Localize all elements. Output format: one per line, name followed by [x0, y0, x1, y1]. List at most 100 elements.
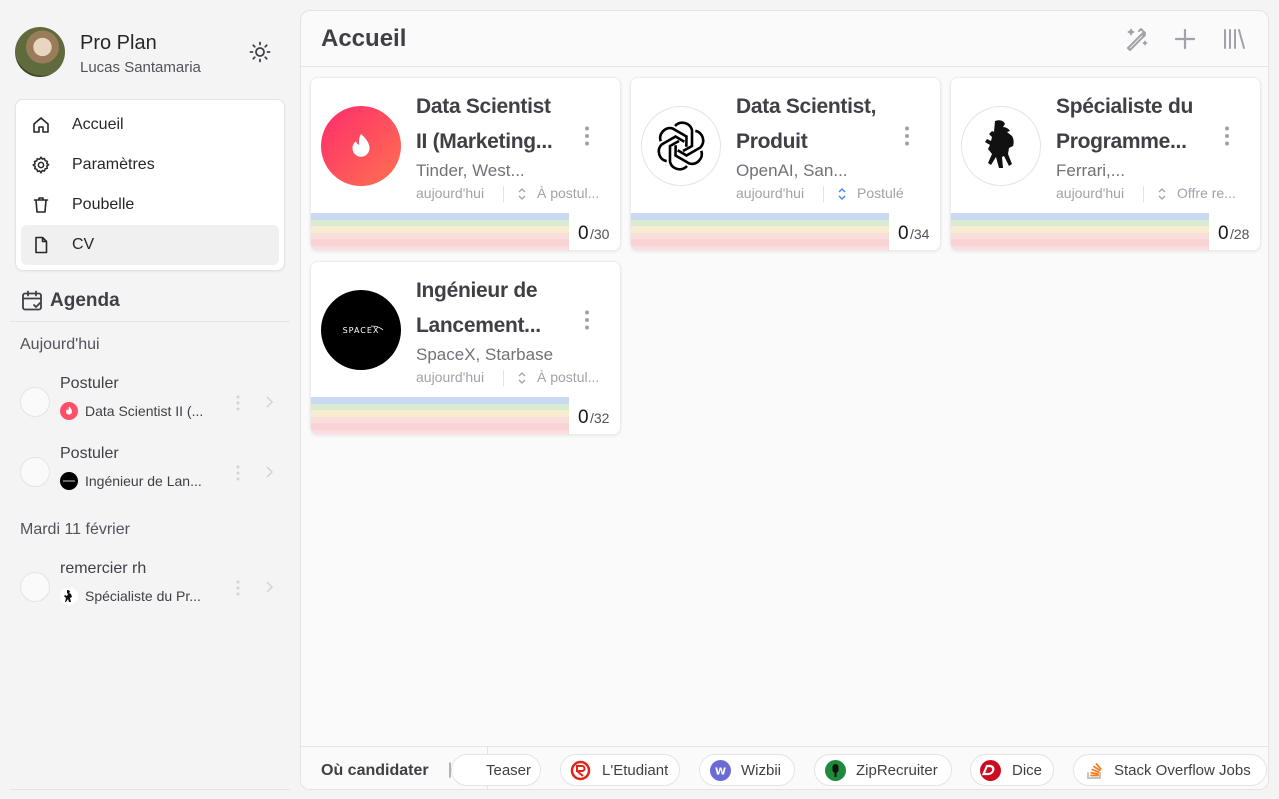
more-vertical-icon[interactable] [234, 464, 242, 482]
plus-icon[interactable] [1171, 25, 1199, 53]
progress-bands [311, 213, 569, 250]
ziprecruiter-logo-icon [825, 760, 846, 781]
more-vertical-icon[interactable] [583, 125, 591, 147]
progress-bands [311, 397, 569, 434]
avatar[interactable] [15, 27, 65, 77]
document-icon [35, 236, 48, 254]
stack-overflow-logo-icon [1084, 760, 1105, 781]
job-title: Data Scientist II (Marketing... [416, 95, 553, 153]
spacex-logo-icon: SPACEX [321, 290, 401, 370]
page-title: Accueil [321, 25, 407, 52]
chevron-updown-icon[interactable] [836, 187, 848, 201]
score-value: 0 [578, 407, 589, 428]
job-company: Ferrari,... [1056, 161, 1125, 180]
job-date: aujourd'hui [416, 369, 485, 385]
chevron-right-icon[interactable] [264, 394, 274, 410]
score-total: /28 [1230, 226, 1250, 242]
nav-item-parametres[interactable]: Paramètres [21, 145, 279, 185]
main-nav: Accueil Paramètres Poubelle CV [15, 99, 285, 271]
score-total: /34 [910, 226, 930, 242]
trash-icon [33, 197, 49, 213]
job-status[interactable]: À postul... [537, 185, 613, 201]
score-value: 0 [578, 223, 589, 244]
more-vertical-icon[interactable] [1223, 125, 1231, 147]
job-board-ziprecruiter[interactable]: ZipRecruiter [814, 754, 952, 786]
divider [1143, 186, 1144, 202]
chevron-updown-icon[interactable] [516, 371, 528, 385]
job-title: Data Scientist, Produit [736, 95, 877, 153]
job-board-teaser[interactable]: Teaser [451, 754, 541, 786]
profile-header: Pro Plan Lucas Santamaria [15, 27, 285, 79]
job-status[interactable]: À postul... [537, 369, 613, 385]
job-board-wizbii[interactable]: W Wizbii [699, 754, 795, 786]
sidebar: Pro Plan Lucas Santamaria Accueil Paramè… [0, 0, 300, 799]
dice-logo-icon [980, 760, 1001, 781]
tinder-logo-icon [60, 402, 78, 420]
spacex-logo-icon [60, 472, 78, 490]
svg-text:SPACEX: SPACEX [343, 326, 380, 335]
divider [10, 789, 290, 790]
more-vertical-icon[interactable] [903, 125, 911, 147]
sun-icon[interactable] [248, 40, 272, 64]
job-card[interactable]: Spécialiste du Programme... Ferrari,... … [950, 77, 1261, 251]
job-card[interactable]: Data Scientist II (Marketing... Tinder, … [310, 77, 621, 251]
calendar-check-icon [22, 290, 42, 311]
more-vertical-icon[interactable] [583, 309, 591, 331]
job-boards-bar: Où candidater Teaser L'Etudiant W Wizbii… [301, 746, 1268, 789]
task-checkbox[interactable] [20, 572, 50, 602]
agenda-day-label: Mardi 11 février [20, 521, 130, 538]
divider [10, 321, 290, 322]
progress-bands [951, 213, 1209, 250]
task-job: Spécialiste du Pr... [85, 588, 201, 604]
magic-wand-icon[interactable] [1123, 25, 1151, 53]
nav-item-label: Paramètres [72, 156, 155, 173]
plan-label: Pro Plan [80, 32, 157, 54]
job-title: Spécialiste du Programme... [1056, 95, 1194, 153]
job-board-letudiant[interactable]: L'Etudiant [560, 754, 680, 786]
task-job: Data Scientist II (... [85, 403, 204, 419]
svg-text:W: W [715, 767, 726, 778]
tinder-logo-icon [321, 106, 401, 186]
divider [503, 370, 504, 386]
job-card[interactable]: Data Scientist, Produit OpenAI, San... a… [630, 77, 941, 251]
more-vertical-icon[interactable] [234, 579, 242, 597]
wizbii-logo-icon: W [710, 760, 731, 781]
more-vertical-icon[interactable] [234, 394, 242, 412]
job-title: Ingénieur de Lancement... [416, 279, 541, 337]
ferrari-logo-icon [961, 106, 1041, 186]
job-status[interactable]: Offre re... [1177, 185, 1253, 201]
agenda-title: Agenda [50, 290, 120, 311]
chevron-right-icon[interactable] [264, 464, 274, 480]
score-value: 0 [898, 223, 909, 244]
agenda-task[interactable]: remercier rh Spécialiste du Pr... [20, 560, 282, 614]
divider [503, 186, 504, 202]
ferrari-logo-icon [60, 587, 78, 605]
task-job: Ingénieur de Lan... [85, 473, 202, 489]
nav-item-poubelle[interactable]: Poubelle [21, 185, 279, 225]
nav-item-cv[interactable]: CV [21, 225, 279, 265]
job-card[interactable]: SPACEX Ingénieur de Lancement... SpaceX,… [310, 261, 621, 435]
job-score: 0 /32 [569, 397, 620, 434]
job-board-dice[interactable]: Dice [970, 754, 1054, 786]
library-icon[interactable] [1221, 25, 1249, 53]
agenda-day-label: Aujourd'hui [20, 336, 100, 353]
task-checkbox[interactable] [20, 387, 50, 417]
divider [823, 186, 824, 202]
job-status[interactable]: Postulé [857, 185, 933, 201]
task-checkbox[interactable] [20, 457, 50, 487]
chevron-right-icon[interactable] [264, 579, 274, 595]
main-panel: Accueil Data Scientist II (Marketing... … [300, 10, 1269, 790]
nav-item-accueil[interactable]: Accueil [21, 105, 279, 145]
agenda-task[interactable]: Postuler Data Scientist II (... [20, 375, 282, 429]
job-board-stack-overflow[interactable]: Stack Overflow Jobs [1073, 754, 1267, 786]
job-company: Tinder, West... [416, 161, 525, 180]
job-score: 0 /30 [569, 213, 620, 250]
user-name: Lucas Santamaria [80, 59, 201, 76]
task-title: Postuler [60, 375, 119, 392]
chevron-updown-icon[interactable] [1156, 187, 1168, 201]
agenda-task[interactable]: Postuler Ingénieur de Lan... [20, 445, 282, 499]
job-boards-label: Où candidater [321, 762, 429, 779]
job-company: SpaceX, Starbase [416, 345, 554, 364]
progress-bands [631, 213, 889, 250]
chevron-updown-icon[interactable] [516, 187, 528, 201]
